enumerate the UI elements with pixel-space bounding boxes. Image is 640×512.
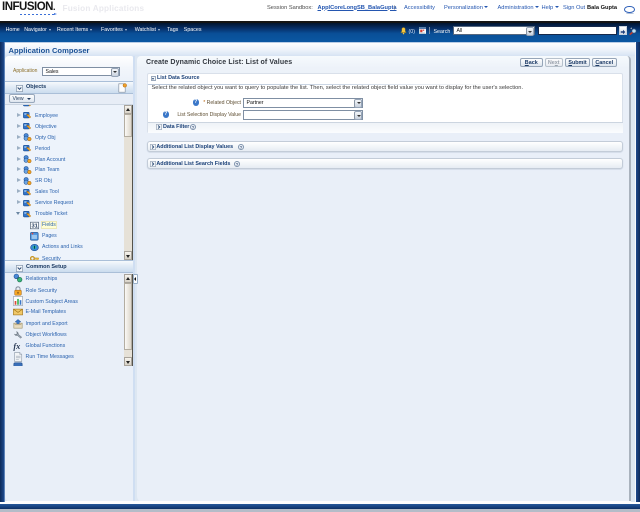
svg-text:31: 31 <box>31 224 38 230</box>
svg-text:fx: fx <box>13 342 20 351</box>
